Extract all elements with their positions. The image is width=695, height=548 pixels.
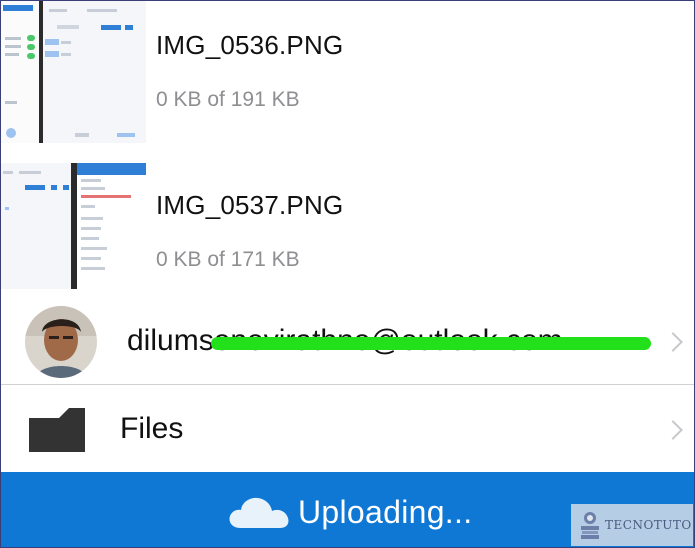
file-name: IMG_0537.PNG [156,190,344,220]
file-upload-progress: 0 KB of 191 KB [156,88,300,111]
upload-status-text: Uploading... [298,494,473,530]
user-avatar-icon [25,306,97,378]
file-thumbnail [1,163,146,289]
chevron-right-icon [663,420,683,440]
files-label: Files [120,412,184,445]
watermark: TECNOTUTO [571,504,693,546]
account-row[interactable]: dilumsenevirathne@outlook.com [1,301,694,385]
upload-file-row[interactable]: IMG_0536.PNG 0 KB of 191 KB [1,1,694,143]
file-upload-progress: 0 KB of 171 KB [156,248,300,271]
file-thumbnail [1,1,146,143]
book-stack-icon [581,512,599,539]
files-row[interactable]: Files [1,386,694,472]
upload-file-row[interactable]: IMG_0537.PNG 0 KB of 171 KB [1,163,694,289]
folder-icon [29,408,85,452]
redaction-mark [211,337,651,350]
screen: IMG_0536.PNG 0 KB of 191 KB IMG_0537.PNG… [0,0,695,548]
watermark-text: TECNOTUTO [605,518,692,532]
cloud-icon [229,497,289,528]
chevron-right-icon [663,332,683,352]
file-name: IMG_0536.PNG [156,30,344,60]
